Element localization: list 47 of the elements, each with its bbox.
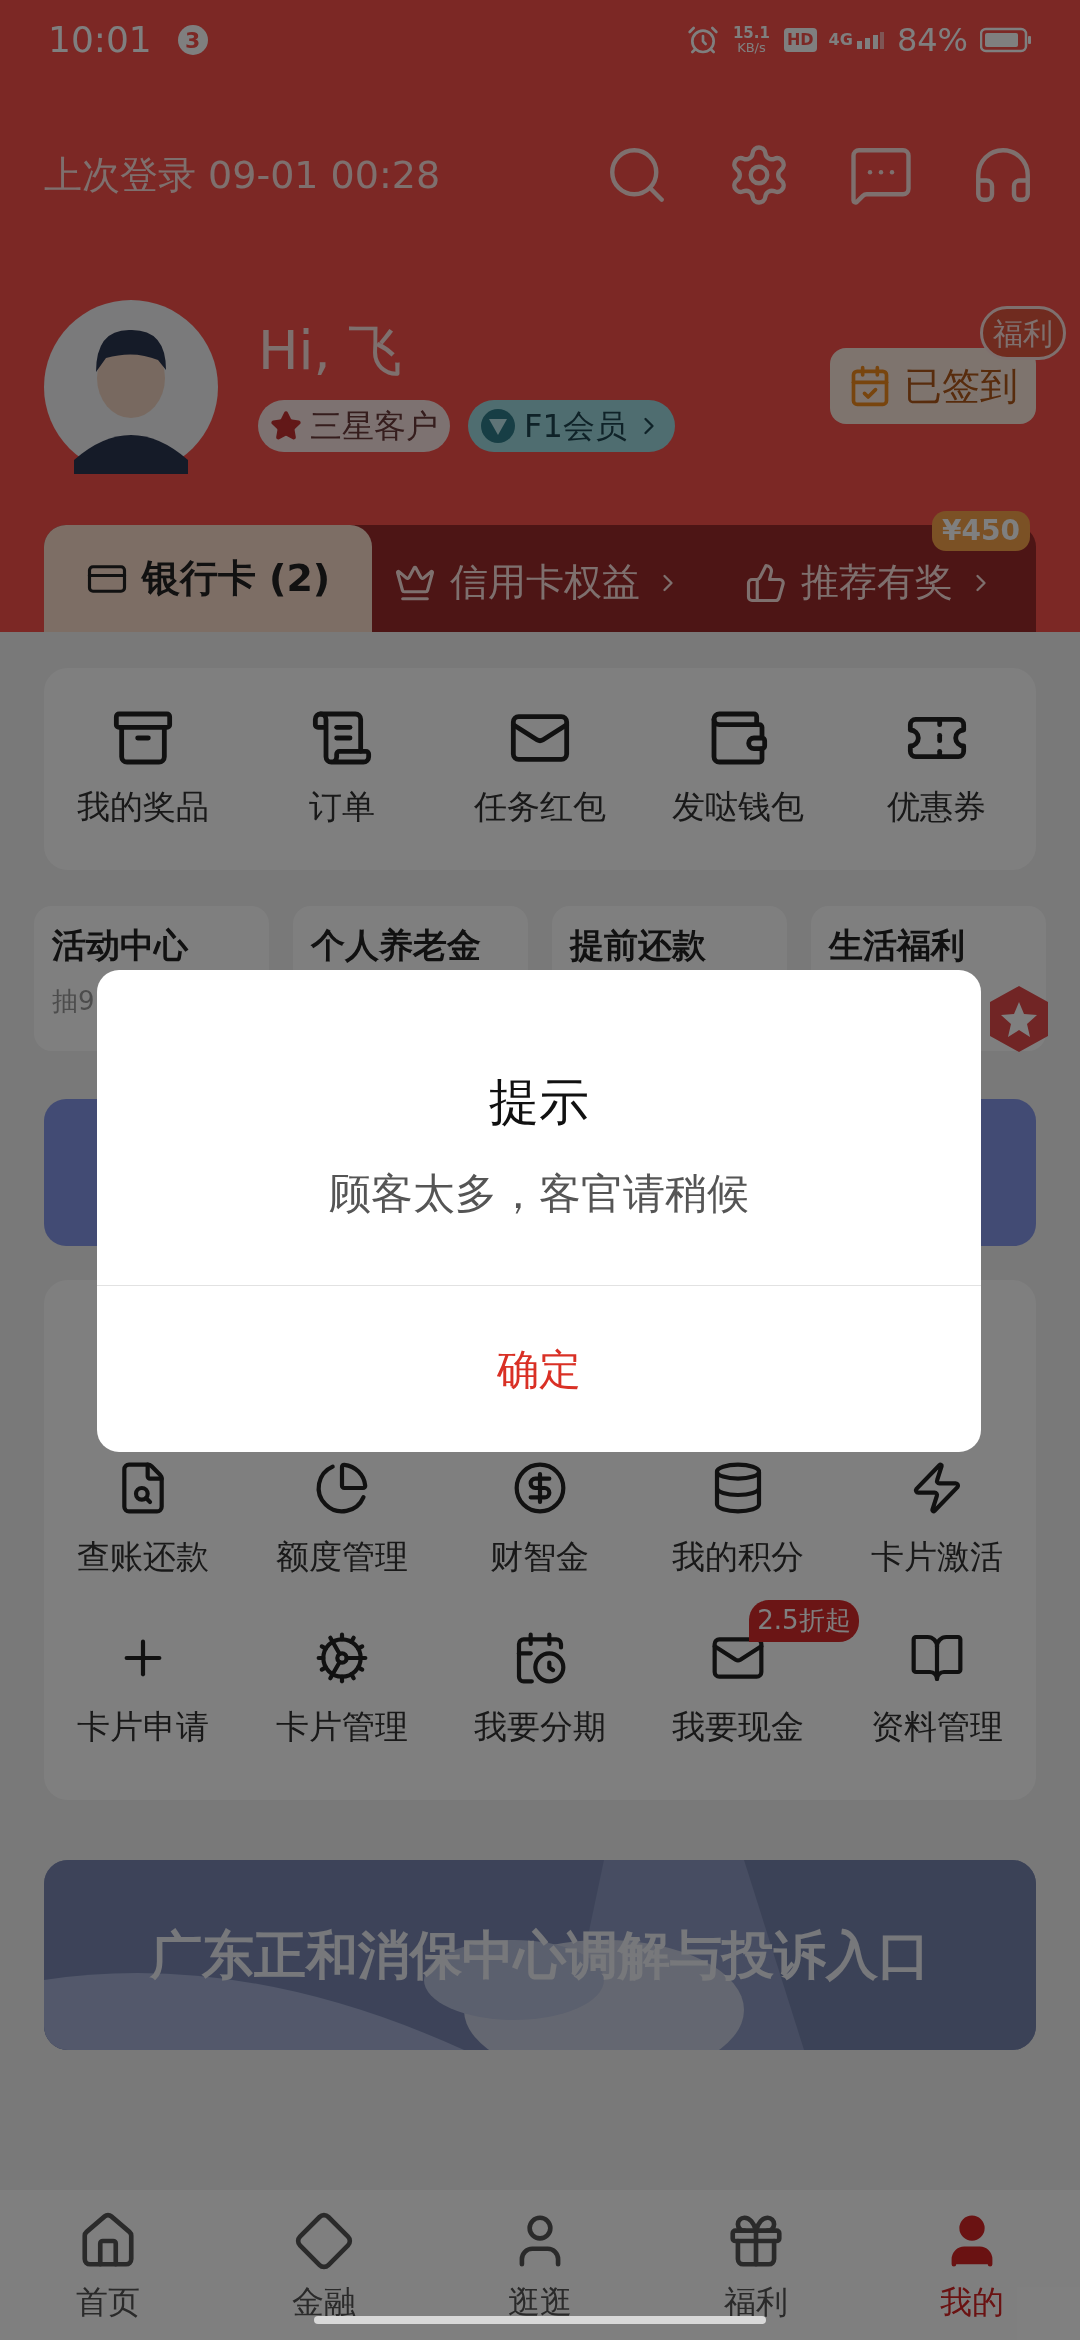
dialog-message: 顾客太多，客官请稍候 [328,1168,750,1220]
shortcut-item[interactable]: 发哒钱包 [639,706,838,832]
star-icon [270,410,302,442]
service-item[interactable]: 我要分期 [474,1629,606,1751]
shortcut-item[interactable]: 优惠券 [837,706,1036,832]
network-speed-unit: KB/s [737,41,766,54]
nav-tab[interactable]: 逛逛 [432,2210,648,2340]
nav-tab[interactable]: 金融 [216,2210,432,2340]
service-item[interactable]: 资料管理 [870,1629,1003,1751]
coin-icon [512,1460,568,1516]
service-item[interactable]: 卡片管理 [275,1629,408,1751]
member-badge[interactable]: F1会员 [468,400,675,452]
tab[interactable]: 银行卡 (2) [44,525,372,632]
battery-level: 84% [896,20,968,61]
service-item[interactable]: 卡片激活 [870,1460,1003,1582]
shortcut-item[interactable]: 任务红包 [440,706,640,832]
dialog-title: 提示 [488,1072,590,1133]
shortcut-item[interactable]: 订单 [242,706,441,832]
nav-tab[interactable]: 首页 [0,2210,216,2340]
hd-indicator: HD [783,28,817,52]
check-in-button[interactable]: 已签到 [830,348,1036,424]
nav-tab[interactable]: 我的 [864,2210,1080,2340]
welfare-tag: 福利 [980,306,1066,360]
member-emblem-icon [480,408,516,444]
diamond-icon [293,2210,355,2272]
last-login-text: 上次登录 09-01 00:28 [44,151,441,199]
shortcut-item[interactable]: 我的奖品 [44,706,243,832]
service-item[interactable]: 额度管理 [275,1460,408,1582]
alarm-icon [686,24,719,56]
network-type: 4G [828,29,853,51]
discount-badge: 2.5折起 [749,1599,859,1642]
network-speed: 15.1 [732,26,770,41]
customer-level-badge[interactable]: 三星客户 [258,400,450,452]
tab[interactable]: 推荐有奖 [745,555,995,610]
reward-badge: ¥450 [932,511,1030,551]
greeting-text: Hi, 飞 [258,324,403,378]
confirm-button[interactable]: 确定 [97,1286,981,1452]
nav-tab[interactable]: 福利 [648,2210,864,2340]
thumbs-up-icon [745,561,787,604]
tab[interactable]: 信用卡权益 [394,555,682,610]
status-time: 10:01 [48,18,152,62]
service-item[interactable]: 我的积分 [672,1460,805,1582]
service-item[interactable]: 卡片申请 [77,1629,210,1751]
service-item[interactable]: 财智金 [490,1460,590,1582]
notification-count: 3 [177,25,208,55]
battery-icon [980,27,1032,53]
service-item[interactable]: 查账还款 [77,1460,210,1582]
